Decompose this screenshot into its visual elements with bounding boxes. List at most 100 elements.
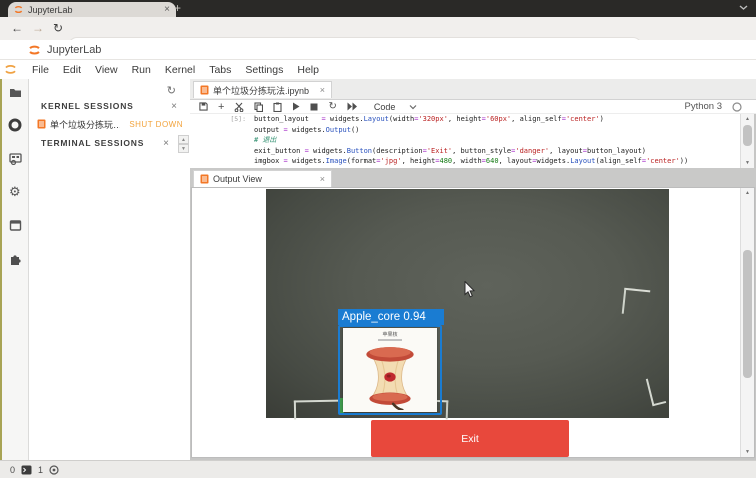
property-inspector-gears-icon[interactable]: ⚙ <box>9 185 21 198</box>
detection-label: Apple_core 0.94 <box>338 309 444 325</box>
browser-address-bar: ← → ↻ localhost:8888/lab? ★ ⋮ <box>0 17 756 40</box>
menu-item-run[interactable]: Run <box>125 64 158 76</box>
close-kernel-sessions-icon[interactable]: × <box>171 101 177 112</box>
reload-icon[interactable]: ↻ <box>53 21 63 35</box>
activity-bar: ⚙ <box>2 79 29 460</box>
code-cell[interactable]: [5]: button_layout = widgets.Layout(widt… <box>190 114 740 168</box>
run-cell-icon[interactable] <box>292 102 300 111</box>
exit-button[interactable]: Exit <box>371 420 569 457</box>
kernel-status-icon <box>732 102 742 112</box>
menu-item-tabs[interactable]: Tabs <box>202 64 238 76</box>
jupyter-logo-icon <box>28 44 41 56</box>
sessions-panel: ↻ KERNEL SESSIONS × 单个垃圾分拣玩… SHUT DOWN T… <box>29 79 191 460</box>
kernel-icon <box>49 465 59 475</box>
code-line: button_layout = widgets.Layout(width='32… <box>254 114 688 125</box>
menu-item-edit[interactable]: Edit <box>56 64 88 76</box>
camera-feed-image: Apple_core 0.94 苹果核 <box>266 189 669 418</box>
notebook-tab[interactable]: 单个垃圾分拣玩法.ipynb × <box>193 81 332 98</box>
browser-tab-strip: JupyterLab × + <box>0 0 756 17</box>
zone-corner-mark <box>646 376 666 407</box>
scroll-up-icon[interactable]: ▲ <box>741 188 754 198</box>
scroll-up-icon[interactable]: ▲ <box>178 135 189 144</box>
notebook-scrollbar[interactable]: ▲ ▼ <box>740 114 754 168</box>
apple-core-illustration <box>343 342 437 410</box>
output-view-panel: Apple_core 0.94 苹果核 <box>191 187 755 458</box>
cell-type-value: Code <box>374 102 396 112</box>
kernel-session-name: 单个垃圾分拣玩… <box>50 118 120 131</box>
menu-item-file[interactable]: File <box>25 64 56 76</box>
restart-kernel-icon[interactable]: ↻ <box>328 102 336 112</box>
new-tab-button[interactable]: + <box>174 1 181 15</box>
output-view-tab[interactable]: Output View × <box>193 170 332 187</box>
scroll-down-icon[interactable]: ▼ <box>741 447 754 457</box>
copy-cells-icon[interactable] <box>254 102 263 112</box>
code-line: # 退出 <box>254 135 688 146</box>
running-sessions-icon[interactable] <box>8 118 22 132</box>
close-tab-icon[interactable]: × <box>164 5 170 15</box>
run-all-icon[interactable] <box>347 102 358 111</box>
code-line: imgbox = widgets.Image(format='jpg', hei… <box>254 156 688 167</box>
sidebar-scroll-buttons: ▲ ▼ <box>178 135 189 153</box>
cut-cells-icon[interactable] <box>234 102 244 112</box>
detection-label-text: Apple_core 0.94 <box>342 311 426 323</box>
paste-cells-icon[interactable] <box>273 102 282 112</box>
notebook-file-icon <box>37 119 46 129</box>
close-output-view-icon[interactable]: × <box>320 174 325 184</box>
cell-prompt: [5]: <box>220 115 246 123</box>
shutdown-button[interactable]: SHUT DOWN <box>129 120 183 129</box>
card-title: 苹果核 <box>343 332 437 338</box>
screenshot-root: JupyterLab × + ← → ↻ localhost:8888/lab?… <box>0 0 756 478</box>
notebook-tab-title: 单个垃圾分拣玩法.ipynb <box>213 84 316 97</box>
scroll-down-icon[interactable]: ▼ <box>178 144 189 153</box>
chevron-down-icon <box>409 104 417 110</box>
menu-item-view[interactable]: View <box>88 64 125 76</box>
terminal-count: 0 <box>10 465 15 475</box>
scroll-down-icon[interactable]: ▼ <box>741 158 754 168</box>
scrollbar-thumb[interactable] <box>743 250 752 378</box>
refresh-sessions-icon[interactable]: ↻ <box>167 84 176 97</box>
scrollbar-thumb[interactable] <box>743 125 752 146</box>
browser-tab[interactable]: JupyterLab × <box>8 2 176 17</box>
insert-cell-icon[interactable]: + <box>218 102 224 112</box>
scroll-up-icon[interactable]: ▲ <box>741 114 754 124</box>
output-view-tab-title: Output View <box>213 174 316 184</box>
kernel-name: Python 3 <box>685 101 723 112</box>
close-terminal-sessions-icon[interactable]: × <box>163 138 169 149</box>
code-cell-content: button_layout = widgets.Layout(width='32… <box>254 114 688 167</box>
extension-puzzle-icon[interactable] <box>9 252 22 265</box>
jupyter-menu-logo-icon <box>4 64 17 75</box>
save-icon[interactable] <box>199 102 208 111</box>
forward-icon[interactable]: → <box>32 21 44 35</box>
menu-bar-items: FileEditViewRunKernelTabsSettingsHelp <box>25 64 326 76</box>
open-tabs-icon[interactable] <box>9 220 22 231</box>
jupyterlab-header: JupyterLab <box>0 40 756 60</box>
notebook-toolbar: + ↻ Code Python 3 <box>190 100 756 114</box>
output-view-tab-bar: Output View × <box>190 168 756 187</box>
close-notebook-tab-icon[interactable]: × <box>320 85 325 95</box>
kernel-sessions-header: KERNEL SESSIONS <box>41 101 134 111</box>
kernel-indicator[interactable]: Python 3 <box>685 101 743 112</box>
menu-bar: FileEditViewRunKernelTabsSettingsHelp <box>0 60 756 80</box>
interrupt-kernel-icon[interactable] <box>310 103 318 111</box>
zone-corner-mark <box>622 288 651 317</box>
terminal-sessions-header: TERMINAL SESSIONS <box>41 138 144 148</box>
kernel-count: 1 <box>38 465 43 475</box>
file-browser-icon[interactable] <box>9 87 22 98</box>
menu-item-help[interactable]: Help <box>290 64 326 76</box>
tab-search-chevron-icon[interactable] <box>739 4 748 11</box>
apple-core-card: 苹果核 <box>343 328 437 412</box>
output-scrollbar[interactable]: ▲ ▼ <box>740 188 754 457</box>
status-bar: 0 1 <box>0 460 756 478</box>
card-subtitle-line <box>378 339 402 341</box>
menu-item-settings[interactable]: Settings <box>238 64 290 76</box>
cell-type-dropdown[interactable]: Code <box>374 102 418 112</box>
command-palette-icon[interactable] <box>9 153 22 165</box>
kernel-session-row[interactable]: 单个垃圾分拣玩… SHUT DOWN <box>37 116 187 132</box>
back-icon[interactable]: ← <box>11 21 23 35</box>
code-line: output = widgets.Output() <box>254 125 688 136</box>
mouse-cursor <box>464 281 475 298</box>
page-title: JupyterLab <box>47 44 101 56</box>
menu-item-kernel[interactable]: Kernel <box>158 64 202 76</box>
terminal-icon <box>21 465 32 475</box>
browser-tab-title: JupyterLab <box>28 5 159 15</box>
